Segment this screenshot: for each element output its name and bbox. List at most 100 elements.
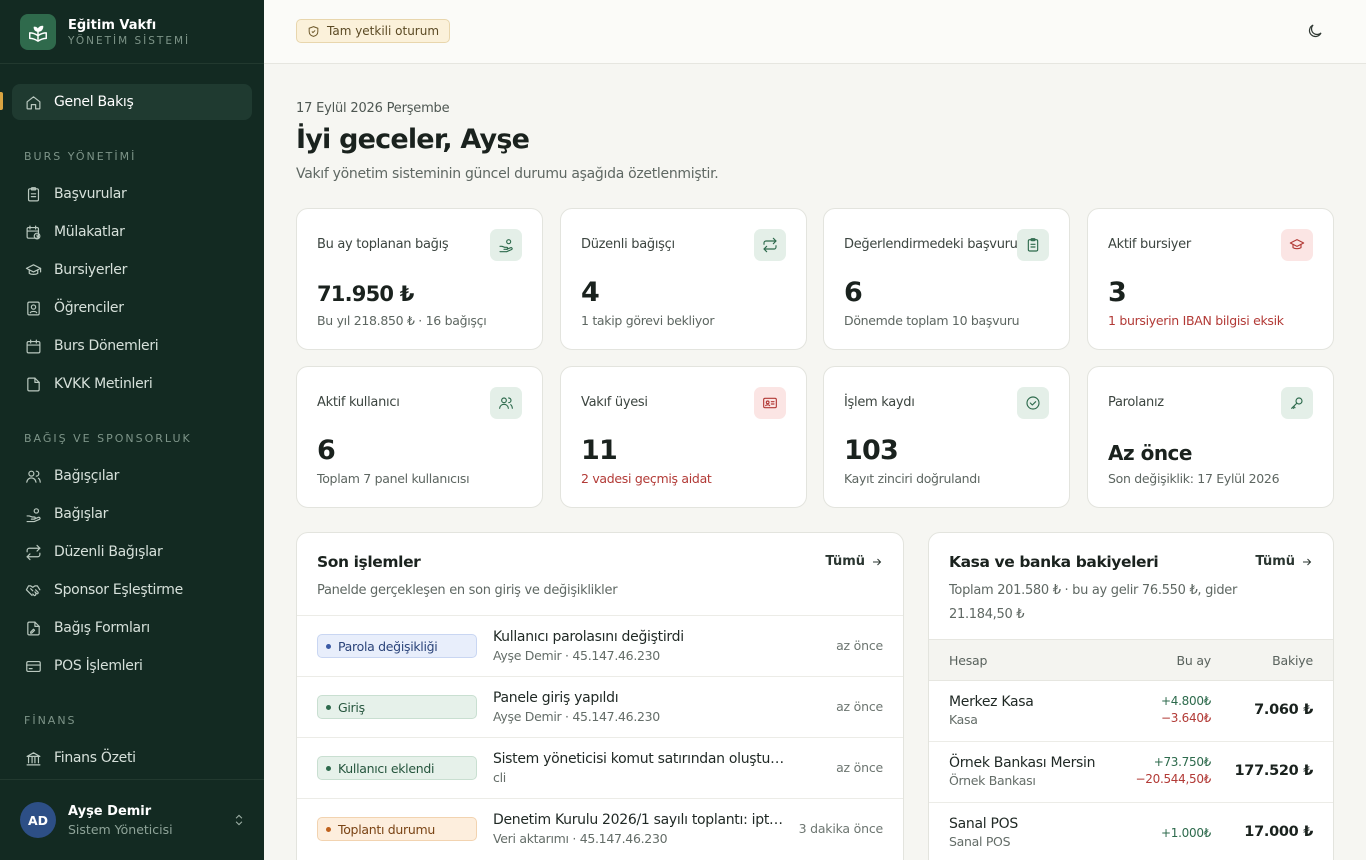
activity-row[interactable]: Giriş Panele giriş yapıldı Ayşe Demir · … xyxy=(297,676,903,737)
card-label: Vakıf üyesi xyxy=(581,395,648,410)
sidebar-item-finans-ozeti[interactable]: Finans Özeti xyxy=(12,740,252,776)
month-income: +4.800₺ xyxy=(1161,694,1211,708)
sidebar-item-pos[interactable]: POS İşlemleri xyxy=(12,648,252,684)
current-date: 17 Eylül 2026 Perşembe xyxy=(296,101,450,116)
sidebar-item-label: Genel Bakış xyxy=(54,94,134,110)
arrow-right-icon xyxy=(1303,558,1312,565)
sidebar-item-bursiyerler[interactable]: Bursiyerler xyxy=(12,252,252,288)
card-value: 4 xyxy=(581,277,600,308)
tag-label: Kullanıcı eklendi xyxy=(338,760,435,776)
link-label: Tümü xyxy=(825,554,865,569)
stat-card-active-users[interactable]: Aktif kullanıcı 6 Toplam 7 panel kullanı… xyxy=(296,366,543,508)
card-value: 6 xyxy=(317,435,336,466)
account-type: Sanal POS xyxy=(949,834,1011,849)
card-sub: 2 vadesi geçmiş aidat xyxy=(581,471,712,486)
sidebar-item-burs-donemleri[interactable]: Burs Dönemleri xyxy=(12,328,252,364)
activity-meta: Ayşe Demir · 45.147.46.230 xyxy=(493,709,660,724)
card-value: 6 xyxy=(844,277,863,308)
sidebar-item-bagis-formlari[interactable]: Bağış Formları xyxy=(12,610,252,646)
stat-card-monthly-donations[interactable]: Bu ay toplanan bağış 71.950 ₺ Bu yıl 218… xyxy=(296,208,543,350)
sidebar-item-label: Düzenli Bağışlar xyxy=(54,544,163,560)
sidebar-item-sponsor[interactable]: Sponsor Eşleştirme xyxy=(12,572,252,608)
card-sub: Son değişiklik: 17 Eylül 2026 xyxy=(1108,471,1280,486)
sidebar-item-label: POS İşlemleri xyxy=(54,658,143,674)
sidebar-item-kvkk[interactable]: KVKK Metinleri xyxy=(12,366,252,402)
sidebar-item-label: Bağış Formları xyxy=(54,620,150,636)
sidebar-item-genel-bakis[interactable]: Genel Bakış xyxy=(12,84,252,120)
sidebar-item-label: Burs Dönemleri xyxy=(54,338,159,354)
users-icon xyxy=(490,387,522,419)
card-sub: Toplam 7 panel kullanıcısı xyxy=(317,471,470,486)
stat-card-recurring-donors[interactable]: Düzenli bağışçı 4 1 takip görevi bekliyo… xyxy=(560,208,807,350)
form-icon xyxy=(24,619,42,637)
activity-row[interactable]: Toplantı durumu Denetim Kurulu 2026/1 sa… xyxy=(297,798,903,859)
bank-icon xyxy=(24,749,42,767)
sidebar-item-duzenli-bagislar[interactable]: Düzenli Bağışlar xyxy=(12,534,252,570)
table-row[interactable]: Örnek Bankası Mersin Örnek Bankası +73.7… xyxy=(929,742,1333,803)
activity-row[interactable]: Kullanıcı eklendi Sistem yöneticisi komu… xyxy=(297,737,903,798)
link-label: Tümü xyxy=(1255,554,1295,569)
arrow-right-icon xyxy=(873,558,882,565)
clipboard-icon xyxy=(24,185,42,203)
sidebar-item-label: Bursiyerler xyxy=(54,262,128,278)
user-menu[interactable]: AD Ayşe Demir Sistem Yöneticisi xyxy=(20,800,248,840)
card-label: İşlem kaydı xyxy=(844,395,915,410)
sidebar-item-label: Sponsor Eşleştirme xyxy=(54,582,183,598)
repeat-icon xyxy=(754,229,786,261)
sidebar-item-bagislar[interactable]: Bağışlar xyxy=(12,496,252,532)
card-sub: 1 bursiyerin IBAN bilgisi eksik xyxy=(1108,313,1284,328)
card-value: 11 xyxy=(581,435,618,466)
table-row[interactable]: Merkez Kasa Kasa +4.800₺ −3.640₺ 7.060 ₺ xyxy=(929,681,1333,742)
activity-view-all-link[interactable]: Tümü xyxy=(825,554,883,569)
section-finans: FİNANS xyxy=(24,714,77,727)
brand-subtitle: YÖNETİM SİSTEMİ xyxy=(68,34,191,47)
activity-tag: Kullanıcı eklendi xyxy=(317,756,477,780)
sidebar-item-ogrenciler[interactable]: Öğrenciler xyxy=(12,290,252,326)
avatar: AD xyxy=(20,802,56,838)
sidebar-item-label: Mülakatlar xyxy=(54,224,125,240)
recent-activity-panel: Son işlemler Panelde gerçekleşen en son … xyxy=(296,532,904,860)
sidebar-item-label: Bağışçılar xyxy=(54,468,120,484)
stat-card-applications[interactable]: Değerlendirmedeki başvuru 6 Dönemde topl… xyxy=(823,208,1070,350)
column-header-balance: Bakiye xyxy=(1272,653,1313,668)
tag-label: Parola değişikliği xyxy=(338,638,438,654)
stat-card-password[interactable]: Parolanız Az önce Son değişiklik: 17 Eyl… xyxy=(1087,366,1334,508)
sidebar-item-bagiscilar[interactable]: Bağışçılar xyxy=(12,458,252,494)
activity-title: Kullanıcı parolasını değiştirdi xyxy=(493,629,684,645)
stat-card-audit-log[interactable]: İşlem kaydı 103 Kayıt zinciri doğrulandı xyxy=(823,366,1070,508)
account-name: Merkez Kasa xyxy=(949,694,1034,710)
tag-dot xyxy=(326,826,331,832)
panel-title: Kasa ve banka bakiyeleri xyxy=(949,553,1159,571)
theme-toggle-button[interactable] xyxy=(1306,22,1326,42)
tag-label: Toplantı durumu xyxy=(338,821,436,837)
activity-title: Sistem yöneticisi komut satırından oluşt… xyxy=(493,751,788,767)
activity-meta: Ayşe Demir · 45.147.46.230 xyxy=(493,648,660,663)
session-badge: Tam yetkili oturum xyxy=(296,19,451,43)
stat-card-members[interactable]: Vakıf üyesi 11 2 vadesi geçmiş aidat xyxy=(560,366,807,508)
balances-view-all-link[interactable]: Tümü xyxy=(1255,554,1313,569)
month-income: +1.000₺ xyxy=(1161,826,1211,840)
sidebar-item-label: Bağışlar xyxy=(54,506,109,522)
section-burs: BURS YÖNETİMİ xyxy=(24,150,137,163)
stat-card-scholars[interactable]: Aktif bursiyer 3 1 bursiyerin IBAN bilgi… xyxy=(1087,208,1334,350)
topbar: Tam yetkili oturum xyxy=(264,0,1366,64)
card-value: 71.950 ₺ xyxy=(317,282,414,306)
moon-icon xyxy=(1308,24,1322,38)
account-type: Örnek Bankası xyxy=(949,773,1036,788)
tag-label: Giriş xyxy=(338,699,365,715)
shield-check-icon xyxy=(308,25,319,37)
sidebar-item-mulakatlar[interactable]: Mülakatlar xyxy=(12,214,252,250)
sidebar-divider xyxy=(0,63,264,64)
sidebar-item-basvurular[interactable]: Başvurular xyxy=(12,176,252,212)
table-row[interactable]: Sanal POS Sanal POS +1.000₺ 17.000 ₺ xyxy=(929,803,1333,860)
card-value: 3 xyxy=(1108,277,1127,308)
brand[interactable]: Eğitim Vakfı YÖNETİM SİSTEMİ xyxy=(20,14,190,50)
activity-row[interactable]: Parola değişikliği Kullanıcı parolasını … xyxy=(297,615,903,676)
activity-time: 3 dakika önce xyxy=(798,821,884,836)
activity-time: az önce xyxy=(836,760,883,775)
activity-title: Denetim Kurulu 2026/1 sayılı toplantı: i… xyxy=(493,812,788,828)
card-label: Aktif bursiyer xyxy=(1108,237,1191,252)
chevron-up-down-icon xyxy=(232,812,248,828)
activity-tag: Giriş xyxy=(317,695,477,719)
hand-coins-icon xyxy=(24,505,42,523)
